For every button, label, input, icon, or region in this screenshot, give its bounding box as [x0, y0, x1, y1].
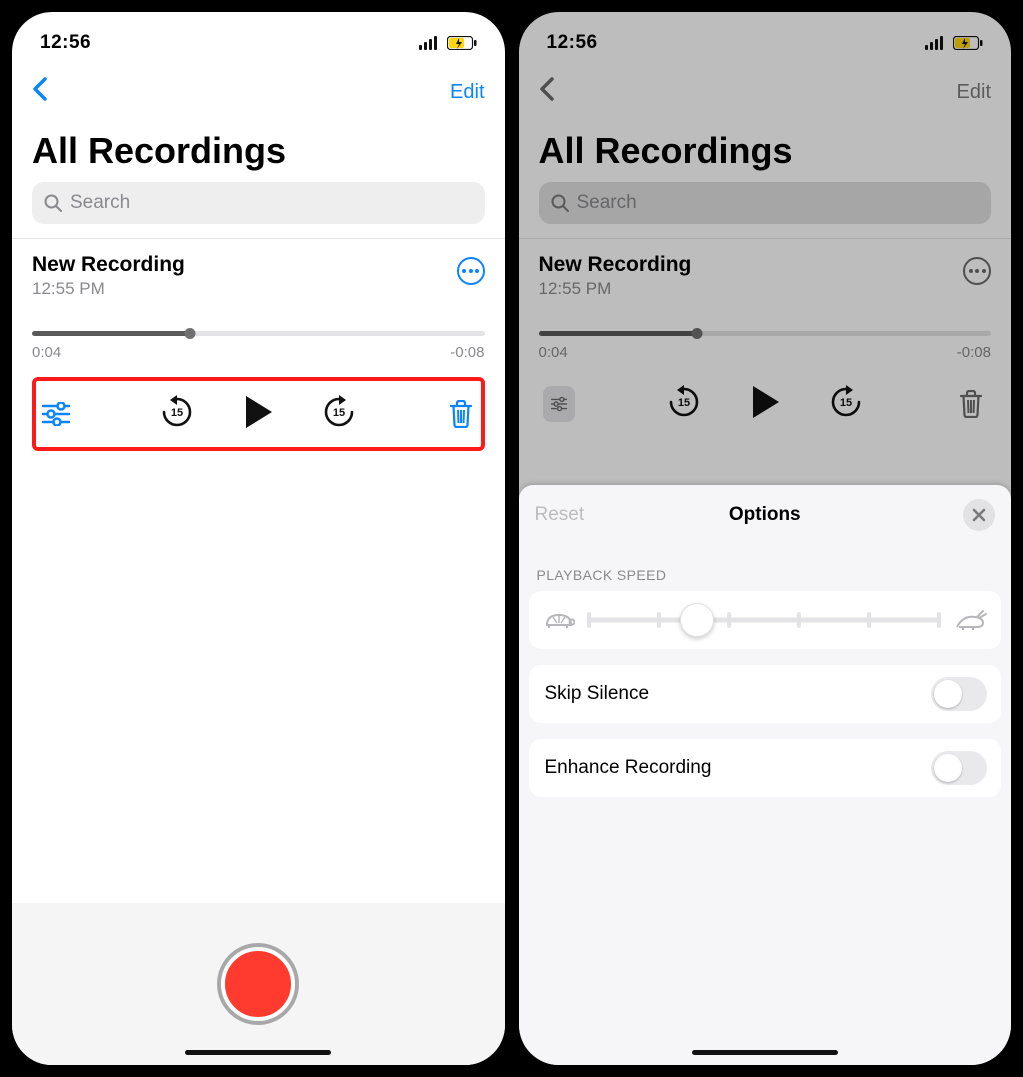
reset-button[interactable]: Reset: [535, 504, 585, 526]
more-options-button[interactable]: [963, 257, 991, 285]
svg-text:15: 15: [333, 407, 345, 419]
phone-left: 12:56 Edit All Recordings Search New R: [12, 12, 505, 1065]
svg-text:15: 15: [840, 397, 852, 409]
trash-icon: [449, 400, 473, 428]
skip-forward-icon: 15: [322, 395, 356, 429]
home-indicator[interactable]: [692, 1050, 838, 1055]
phone-right: 12:56 Edit All Recordings Search: [519, 12, 1012, 1065]
ellipsis-icon: [462, 269, 479, 273]
skip-silence-toggle[interactable]: [931, 677, 987, 711]
svg-text:15: 15: [678, 397, 690, 409]
play-icon: [747, 384, 783, 420]
playback-options-button[interactable]: [40, 402, 72, 426]
recording-title: New Recording: [539, 253, 692, 277]
trash-icon: [959, 390, 983, 418]
svg-text:15: 15: [171, 407, 183, 419]
signal-icon: [925, 36, 947, 50]
enhance-recording-toggle[interactable]: [931, 751, 987, 785]
status-bar: 12:56: [519, 12, 1012, 66]
skip-forward-icon: 15: [829, 385, 863, 419]
page-title: All Recordings: [519, 118, 1012, 182]
home-indicator[interactable]: [185, 1050, 331, 1055]
playback-speed-card: [529, 591, 1002, 649]
enhance-recording-row: Enhance Recording: [529, 739, 1002, 797]
signal-icon: [419, 36, 441, 50]
scrubber[interactable]: 0:04 -0:08: [12, 305, 505, 367]
edit-button[interactable]: Edit: [957, 81, 991, 104]
nav-bar: Edit: [519, 66, 1012, 118]
search-input[interactable]: Search: [539, 182, 992, 224]
back-chevron-icon[interactable]: [32, 76, 48, 108]
delete-button[interactable]: [445, 400, 477, 428]
skip-back-icon: 15: [160, 395, 194, 429]
more-options-button[interactable]: [457, 257, 485, 285]
skip-back-15-button[interactable]: 15: [160, 395, 194, 434]
playback-options-button[interactable]: [543, 386, 575, 422]
elapsed-time: 0:04: [32, 344, 61, 361]
close-icon: [972, 508, 986, 522]
search-icon: [551, 194, 569, 212]
ellipsis-icon: [969, 269, 986, 273]
status-icons: [419, 36, 477, 50]
scrubber[interactable]: 0:04 -0:08: [519, 305, 1012, 367]
page-title: All Recordings: [12, 118, 505, 182]
recording-title: New Recording: [32, 253, 185, 277]
status-icons: [925, 36, 983, 50]
edit-button[interactable]: Edit: [450, 81, 484, 104]
search-input[interactable]: Search: [32, 182, 485, 224]
skip-silence-label: Skip Silence: [545, 683, 650, 705]
remaining-time: -0:08: [957, 344, 991, 361]
status-time: 12:56: [40, 32, 91, 54]
search-icon: [44, 194, 62, 212]
record-footer: [12, 903, 505, 1065]
enhance-recording-label: Enhance Recording: [545, 757, 712, 779]
back-chevron-icon[interactable]: [539, 76, 555, 108]
skip-forward-15-button[interactable]: 15: [829, 385, 863, 424]
skip-forward-15-button[interactable]: 15: [322, 395, 356, 434]
nav-bar: Edit: [12, 66, 505, 118]
status-bar: 12:56: [12, 12, 505, 66]
controls-highlight-box: 15 15: [32, 377, 485, 451]
search-placeholder: Search: [577, 192, 637, 214]
record-button[interactable]: [221, 947, 295, 1021]
recording-subtitle: 12:55 PM: [539, 279, 692, 299]
battery-charging-icon: [953, 36, 983, 50]
playback-speed-slider[interactable]: [589, 606, 940, 634]
recording-subtitle: 12:55 PM: [32, 279, 185, 299]
recording-row[interactable]: New Recording 12:55 PM: [12, 239, 505, 305]
skip-back-15-button[interactable]: 15: [667, 385, 701, 424]
close-button[interactable]: [963, 499, 995, 531]
sheet-title: Options: [519, 504, 1012, 526]
play-icon: [240, 394, 276, 430]
sliders-icon: [551, 392, 567, 416]
elapsed-time: 0:04: [539, 344, 568, 361]
sliders-icon: [42, 402, 70, 426]
remaining-time: -0:08: [450, 344, 484, 361]
status-time: 12:56: [547, 32, 598, 54]
hare-icon: [953, 609, 987, 631]
delete-button[interactable]: [955, 390, 987, 418]
play-button[interactable]: [747, 384, 783, 425]
tortoise-icon: [543, 609, 575, 631]
play-button[interactable]: [240, 394, 276, 435]
skip-silence-row: Skip Silence: [529, 665, 1002, 723]
search-placeholder: Search: [70, 192, 130, 214]
recording-row[interactable]: New Recording 12:55 PM: [519, 239, 1012, 305]
skip-back-icon: 15: [667, 385, 701, 419]
battery-charging-icon: [447, 36, 477, 50]
playback-speed-label: PLAYBACK SPEED: [519, 539, 1012, 591]
options-sheet: Reset Options PLAYBACK SPEED: [519, 485, 1012, 1065]
